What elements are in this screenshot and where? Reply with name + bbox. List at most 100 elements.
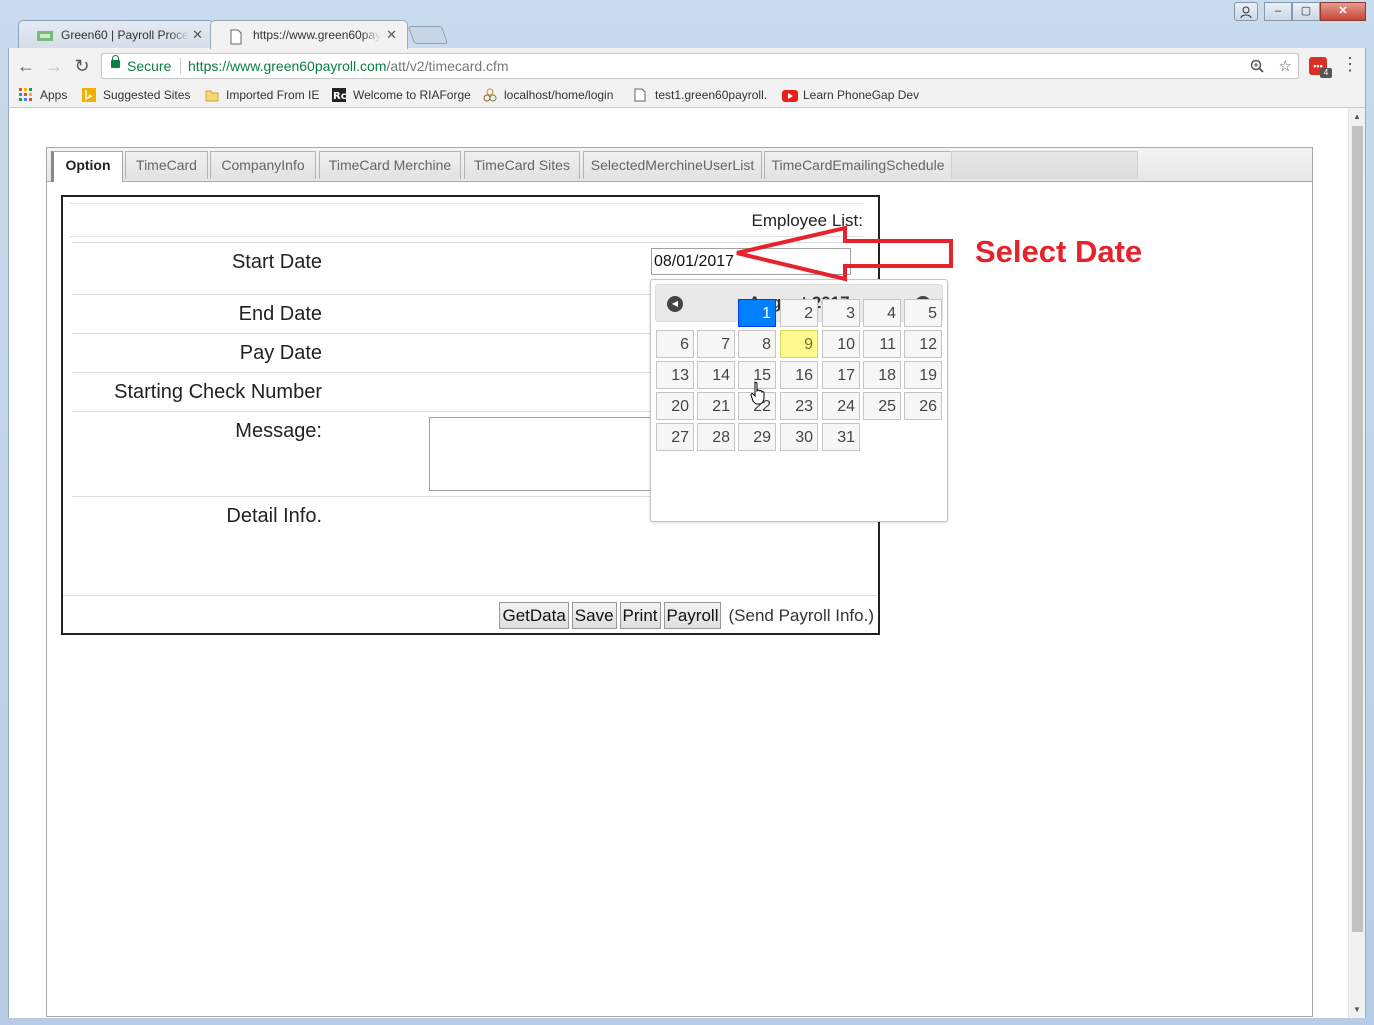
payroll-button[interactable]: Payroll [663, 602, 722, 629]
url-path: /att/v2/timecard.cfm [386, 58, 509, 74]
calendar-day-cell[interactable]: 14 [697, 361, 735, 389]
save-button[interactable]: Save [571, 602, 617, 629]
browser-tab-title: Green60 | Payroll Process [61, 28, 189, 42]
youtube-icon [782, 90, 798, 104]
green60-favicon-icon [37, 29, 53, 43]
secure-label: Secure [127, 58, 172, 74]
calendar-day-cell[interactable]: 31 [822, 423, 860, 451]
bookmark-label: Suggested Sites [103, 88, 191, 102]
calendar-day-cell[interactable]: 21 [697, 392, 735, 420]
calendar-day-cell[interactable]: 8 [738, 330, 776, 358]
calendar-day-cell[interactable]: 26 [904, 392, 942, 420]
tab-selectedmerchineuserlist[interactable]: SelectedMerchineUserList [583, 151, 762, 179]
apps-grid-icon [19, 88, 33, 102]
calendar-day-cell[interactable]: 27 [656, 423, 694, 451]
bookmark-label: Apps [40, 88, 68, 102]
calendar-day-cell[interactable]: 28 [697, 423, 735, 451]
close-tab-icon[interactable]: ✕ [386, 27, 397, 43]
calendar-day-cell[interactable]: 19 [904, 361, 942, 389]
start-date-label: Start Date [231, 251, 322, 273]
browser-tab-title: https://www.green60payroll [253, 28, 381, 42]
calendar-day-cell[interactable]: 12 [904, 330, 942, 358]
scrollbar-thumb[interactable] [1352, 126, 1363, 932]
message-label: Message: [235, 420, 322, 442]
calendar-day-cell[interactable]: 7 [697, 330, 735, 358]
maximize-icon[interactable]: ▢ [1292, 2, 1320, 21]
bookmark-apps[interactable]: Apps [19, 88, 67, 102]
browser-tabstrip: Green60 | Payroll Process ✕ https://www.… [8, 16, 1366, 49]
url-text[interactable]: https://www.green60payroll.com/att/v2/ti… [188, 58, 509, 74]
browser-tab-green60[interactable]: Green60 | Payroll Process ✕ [18, 20, 214, 49]
page-icon [634, 88, 648, 102]
calendar-day-cell[interactable]: 17 [822, 361, 860, 389]
tab-timecard[interactable]: TimeCard [125, 151, 208, 179]
bing-icon [82, 88, 96, 102]
browser-window: Green60 | Payroll Process ✕ https://www.… [0, 0, 1374, 1025]
back-arrow-icon[interactable]: ← [15, 56, 37, 77]
calendar-day-cell[interactable]: 24 [822, 392, 860, 420]
address-bar[interactable]: Secure https://www.green60payroll.com/at… [101, 53, 1299, 79]
calendar-day-cell[interactable]: 6 [656, 330, 694, 358]
browser-menu-icon[interactable]: ⋮ [1341, 55, 1359, 73]
minimize-icon[interactable]: – [1264, 2, 1292, 21]
bookmark-riaforge[interactable]: Rc Welcome to RIAForge [332, 88, 472, 102]
calendar-day-cell[interactable]: 10 [822, 330, 860, 358]
bookmarks-bar: Apps Suggested Sites Imported From IE Rc… [8, 84, 1366, 108]
calendar-day-cell[interactable]: 11 [863, 330, 901, 358]
calendar-day-cell[interactable]: 3 [822, 299, 860, 327]
bookmark-star-icon[interactable]: ☆ [1279, 58, 1292, 75]
calendar-day-cell[interactable]: 9 [780, 330, 818, 358]
calendar-day-cell[interactable]: 20 [656, 392, 694, 420]
detail-info-label: Detail Info. [226, 505, 322, 527]
tab-timecardemailingschedule[interactable]: TimeCardEmailingSchedule [764, 151, 952, 179]
getdata-button[interactable]: GetData [499, 602, 569, 629]
message-textarea[interactable] [429, 417, 669, 491]
new-tab-button[interactable] [407, 26, 449, 44]
calendar-day-cell[interactable]: 2 [780, 299, 818, 327]
vertical-scrollbar[interactable]: ▲ ▼ [1348, 108, 1365, 1018]
calendar-day-cell[interactable]: 5 [904, 299, 942, 327]
bookmark-imported-from-ie[interactable]: Imported From IE [205, 88, 319, 102]
hand-cursor-icon [750, 381, 765, 405]
lock-icon [111, 55, 120, 68]
print-button[interactable]: Print [619, 602, 661, 629]
calendar-day-cell[interactable]: 29 [738, 423, 776, 451]
form-footer-divider [63, 595, 878, 596]
bookmark-label: Learn PhoneGap Dev [803, 88, 920, 102]
folder-icon [205, 88, 219, 102]
bookmark-label: Imported From IE [226, 88, 320, 102]
bookmark-label: test1.green60payroll. [655, 88, 768, 102]
scroll-down-icon[interactable]: ▼ [1353, 1005, 1361, 1014]
profile-icon[interactable] [1234, 2, 1258, 21]
calendar-day-cell[interactable]: 4 [863, 299, 901, 327]
zoom-icon[interactable] [1250, 58, 1268, 75]
page-tabbar: Option TimeCard CompanyInfo TimeCard Mer… [47, 148, 1312, 182]
calendar-day-cell[interactable]: 13 [656, 361, 694, 389]
bookmark-test1[interactable]: test1.green60payroll. [634, 88, 774, 102]
close-window-icon[interactable]: ✕ [1320, 2, 1366, 21]
tabbar-filler [951, 151, 1138, 179]
forward-arrow-icon[interactable]: → [43, 56, 65, 77]
browser-tab-timecard[interactable]: https://www.green60payroll ✕ [210, 20, 408, 49]
browser-toolbar: ← → ↻ Secure https://www.green60payroll.… [8, 48, 1366, 84]
tab-option[interactable]: Option [51, 151, 123, 182]
calendar-day-cell[interactable]: 16 [780, 361, 818, 389]
url-host: https://www.green60payroll.com [188, 58, 387, 74]
reload-icon[interactable]: ↻ [71, 56, 93, 77]
calendar-day-cell[interactable]: 25 [863, 392, 901, 420]
scroll-up-icon[interactable]: ▲ [1353, 112, 1361, 121]
omnibox-divider [180, 58, 181, 74]
calendar-day-cell[interactable]: 18 [863, 361, 901, 389]
annotation-arrow-icon [736, 225, 953, 282]
tab-timecard-sites[interactable]: TimeCard Sites [464, 151, 580, 179]
bookmark-phonegap[interactable]: Learn PhoneGap Dev [782, 88, 922, 104]
tab-companyinfo[interactable]: CompanyInfo [210, 151, 316, 179]
calendar-day-cell[interactable]: 30 [780, 423, 818, 451]
bookmark-suggested-sites[interactable]: Suggested Sites [82, 88, 190, 102]
riaforge-icon: Rc [332, 88, 347, 102]
tab-timecard-merchine[interactable]: TimeCard Merchine [319, 151, 461, 179]
bookmark-localhost[interactable]: localhost/home/login [483, 88, 623, 102]
close-tab-icon[interactable]: ✕ [192, 27, 203, 43]
calendar-day-cell[interactable]: 23 [780, 392, 818, 420]
calendar-day-cell[interactable]: 1 [738, 299, 776, 327]
